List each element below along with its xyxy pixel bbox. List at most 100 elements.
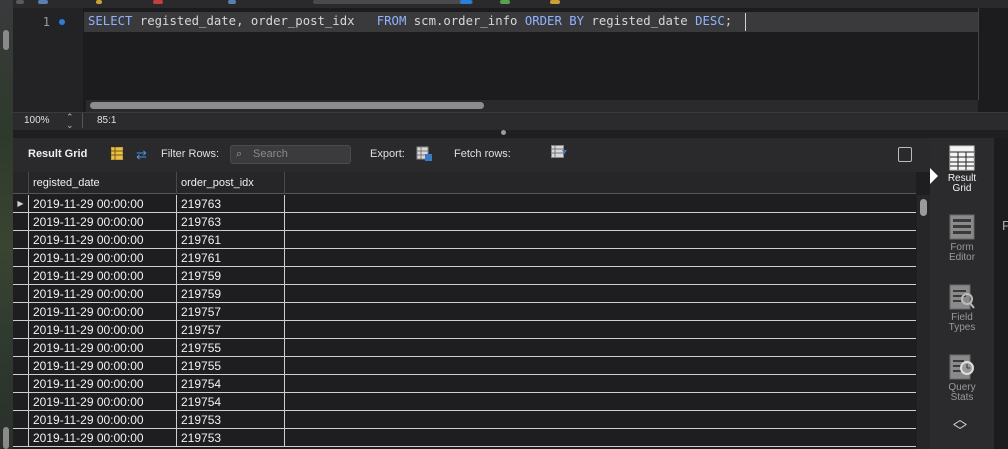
table-row[interactable]: 2019-11-29 00:00:00 219759: [13, 267, 916, 285]
row-marker[interactable]: [13, 231, 29, 248]
cell-registed-date[interactable]: 2019-11-29 00:00:00: [29, 249, 177, 266]
cell-order-post-idx[interactable]: 219755: [177, 339, 285, 356]
cell-order-post-idx[interactable]: 219759: [177, 267, 285, 284]
table-row[interactable]: 2019-11-29 00:00:00 219759: [13, 285, 916, 303]
table-row[interactable]: 2019-11-29 00:00:00 219753: [13, 429, 916, 447]
fetch-rows-icon[interactable]: [551, 145, 568, 158]
side-item-form-editor[interactable]: Form Editor: [930, 214, 994, 263]
cell-order-post-idx[interactable]: 219759: [177, 285, 285, 302]
row-marker-header: [13, 172, 29, 194]
row-marker[interactable]: [13, 249, 29, 266]
cell-registed-date[interactable]: 2019-11-29 00:00:00: [29, 231, 177, 248]
table-row[interactable]: 2019-11-29 00:00:00 219763: [13, 213, 916, 231]
cell-order-post-idx[interactable]: 219757: [177, 303, 285, 320]
cell-order-post-idx[interactable]: 219755: [177, 357, 285, 374]
column-header-order-post-idx[interactable]: order_post_idx: [177, 172, 285, 194]
table-row[interactable]: ▶ 2019-11-29 00:00:00 219763: [13, 195, 916, 213]
cell-registed-date[interactable]: 2019-11-29 00:00:00: [29, 429, 177, 446]
table-row[interactable]: 2019-11-29 00:00:00 219754: [13, 375, 916, 393]
sql-query-text[interactable]: SELECT registed_date, order_post_idx FRO…: [88, 14, 732, 28]
table-row[interactable]: 2019-11-29 00:00:00 219761: [13, 249, 916, 267]
table-row[interactable]: 2019-11-29 00:00:00 219755: [13, 339, 916, 357]
cell-order-post-idx[interactable]: 219761: [177, 231, 285, 248]
table-row[interactable]: 2019-11-29 00:00:00 219757: [13, 303, 916, 321]
row-marker[interactable]: [13, 303, 29, 320]
editor-statusbar: [13, 112, 1008, 131]
splitter-handle-icon[interactable]: [501, 130, 506, 135]
cell-registed-date[interactable]: 2019-11-29 00:00:00: [29, 285, 177, 302]
line-number: 1: [42, 15, 50, 29]
window-edge: [0, 0, 13, 449]
side-panel-scroll-arrows-icon[interactable]: ︿ ﹀: [953, 412, 967, 438]
table-row[interactable]: 2019-11-29 00:00:00 219761: [13, 231, 916, 249]
export-label: Export:: [370, 148, 405, 160]
refresh-icon[interactable]: ⇄: [136, 147, 147, 163]
row-marker[interactable]: [13, 321, 29, 338]
field-types-icon: [949, 284, 975, 310]
filter-search-input[interactable]: [253, 146, 347, 161]
cell-registed-date[interactable]: 2019-11-29 00:00:00: [29, 393, 177, 410]
cell-order-post-idx[interactable]: 219763: [177, 213, 285, 230]
cell-order-post-idx[interactable]: 219761: [177, 249, 285, 266]
column-header-registed-date[interactable]: registed_date: [29, 172, 177, 194]
table-row[interactable]: 2019-11-29 00:00:00 219754: [13, 393, 916, 411]
grid-view-icon[interactable]: [111, 147, 123, 160]
side-item-query-stats[interactable]: Query Stats: [930, 354, 994, 403]
current-row-marker-icon[interactable]: ▶: [13, 195, 29, 212]
row-marker[interactable]: [13, 393, 29, 410]
pane-splitter[interactable]: [13, 130, 1008, 138]
zoom-level: 100%: [24, 115, 50, 126]
grid-header: registed_date order_post_idx: [13, 172, 916, 194]
result-grid-icon: [949, 145, 975, 171]
toggle-panel-icon[interactable]: [898, 147, 912, 162]
cell-order-post-idx[interactable]: 219753: [177, 429, 285, 446]
cell-registed-date[interactable]: 2019-11-29 00:00:00: [29, 195, 177, 212]
scroll-handle[interactable]: [3, 30, 9, 50]
table-row[interactable]: 2019-11-29 00:00:00 219757: [13, 321, 916, 339]
row-marker[interactable]: [13, 285, 29, 302]
side-item-label: Types: [948, 322, 976, 333]
row-marker[interactable]: [13, 357, 29, 374]
editor-divider: [978, 8, 979, 100]
side-item-result-grid[interactable]: Result Grid: [930, 145, 994, 194]
row-marker[interactable]: [13, 411, 29, 428]
sql-fragment: registed_date: [584, 14, 696, 28]
cell-order-post-idx[interactable]: 219753: [177, 411, 285, 428]
zoom-stepper-icon[interactable]: ⌃ ⌄: [66, 113, 74, 130]
side-item-field-types[interactable]: Field Types: [930, 284, 994, 333]
grid-scroll-thumb[interactable]: [920, 199, 927, 216]
row-marker[interactable]: [13, 267, 29, 284]
sql-fragment: ;: [724, 14, 733, 28]
cell-registed-date[interactable]: 2019-11-29 00:00:00: [29, 339, 177, 356]
cell-registed-date[interactable]: 2019-11-29 00:00:00: [29, 303, 177, 320]
sql-keyword: SELECT: [88, 14, 133, 28]
row-marker[interactable]: [13, 213, 29, 230]
cell-order-post-idx[interactable]: 219754: [177, 375, 285, 392]
query-stats-icon: [949, 354, 974, 380]
side-item-label: Grid: [952, 183, 972, 194]
editor-scroll-thumb[interactable]: [90, 102, 484, 109]
cell-registed-date[interactable]: 2019-11-29 00:00:00: [29, 375, 177, 392]
cell-order-post-idx[interactable]: 219754: [177, 393, 285, 410]
search-icon: ⌕: [236, 148, 243, 160]
table-row[interactable]: 2019-11-29 00:00:00 219755: [13, 357, 916, 375]
cell-registed-date[interactable]: 2019-11-29 00:00:00: [29, 321, 177, 338]
table-row[interactable]: 2019-11-29 00:00:00 219753: [13, 411, 916, 429]
cell-order-post-idx[interactable]: 219757: [177, 321, 285, 338]
fetch-rows-label: Fetch rows:: [454, 148, 511, 160]
cell-registed-date[interactable]: 2019-11-29 00:00:00: [29, 213, 177, 230]
row-marker[interactable]: [13, 339, 29, 356]
sql-fragment: registed_date, order_post_idx: [132, 14, 377, 28]
cell-registed-date[interactable]: 2019-11-29 00:00:00: [29, 357, 177, 374]
cell-registed-date[interactable]: 2019-11-29 00:00:00: [29, 267, 177, 284]
side-item-label: Stats: [950, 392, 974, 403]
grid-vertical-scrollbar[interactable]: [917, 195, 930, 449]
cell-registed-date[interactable]: 2019-11-29 00:00:00: [29, 411, 177, 428]
result-grid[interactable]: registed_date order_post_idx ▶ 2019-11-29…: [13, 172, 930, 449]
cell-order-post-idx[interactable]: 219763: [177, 195, 285, 212]
clipped-label: F: [1002, 218, 1008, 233]
scroll-handle[interactable]: [3, 427, 9, 449]
export-icon[interactable]: [416, 145, 432, 161]
row-marker[interactable]: [13, 375, 29, 392]
row-marker[interactable]: [13, 429, 29, 446]
